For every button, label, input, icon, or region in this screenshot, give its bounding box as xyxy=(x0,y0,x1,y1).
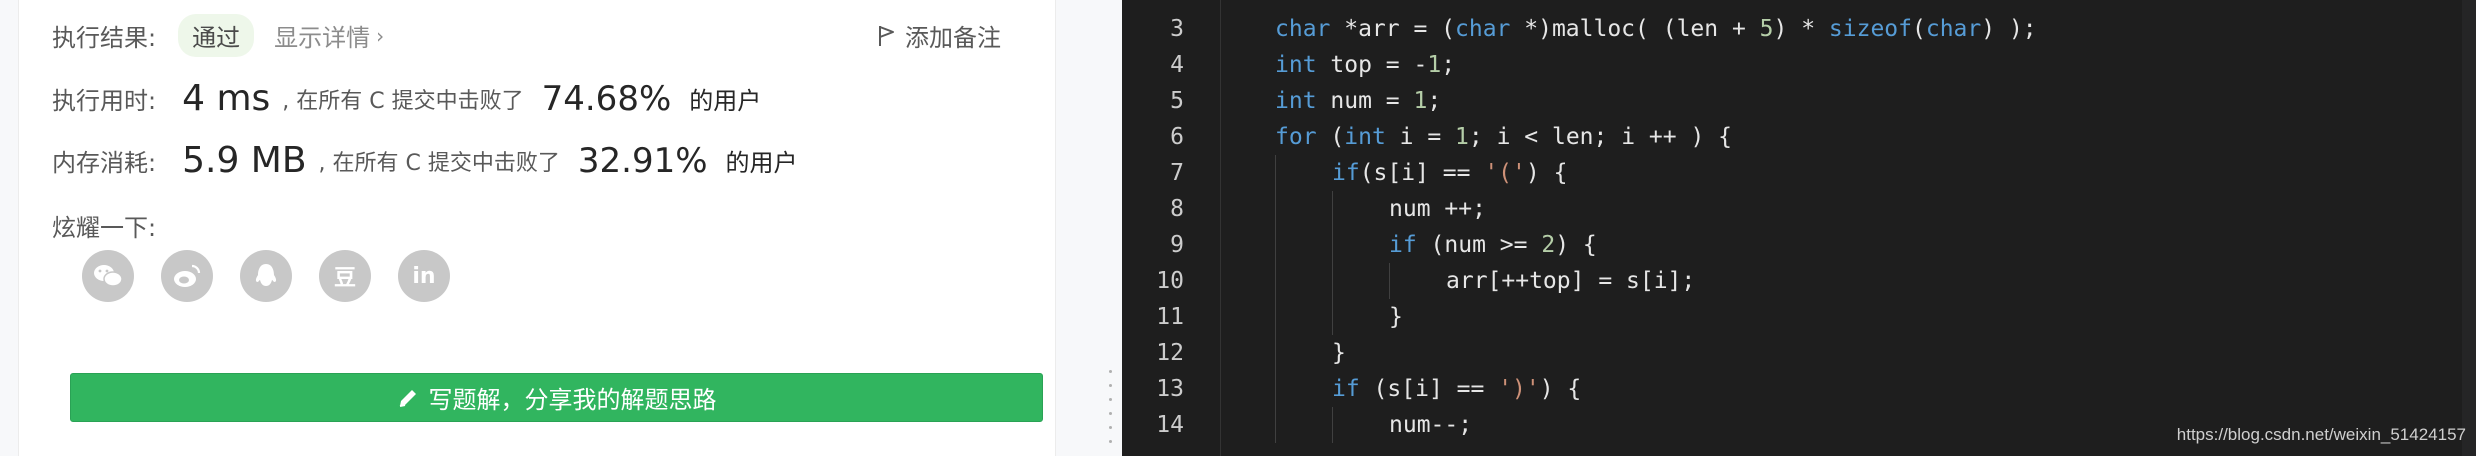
runtime-tail-text: 的用户 xyxy=(689,87,762,115)
runtime-percent: 74.68% xyxy=(541,78,672,119)
indent-guide xyxy=(1275,407,1276,443)
indent-guide xyxy=(1275,191,1276,227)
code-text: if (num >= 2) { xyxy=(1389,232,1597,258)
splitter-grip-dot xyxy=(1109,426,1112,429)
code-text: char *arr = (char *)malloc( (len + 5) * … xyxy=(1275,16,2037,42)
code-text: } xyxy=(1389,304,1403,330)
memory-label: 内存消耗: xyxy=(52,149,157,177)
code-text: int top = -1; xyxy=(1275,52,1456,78)
wechat-icon[interactable] xyxy=(82,250,134,302)
splitter-grip-dot xyxy=(1109,412,1112,415)
status-badge: 通过 xyxy=(178,14,255,57)
indent-guide xyxy=(1275,371,1276,407)
linkedin-icon[interactable]: in xyxy=(398,250,450,302)
memory-middle-text: , 在所有 C 提交中击败了 xyxy=(318,150,560,176)
indent-guide xyxy=(1332,263,1333,299)
code-text: } xyxy=(1332,340,1346,366)
memory-row: 内存消耗: 5.9 MB , 在所有 C 提交中击败了 32.91% 的用户 xyxy=(52,140,798,181)
code-text: int num = 1; xyxy=(1275,88,1442,114)
watermark: https://blog.csdn.net/weixin_51424157 xyxy=(2176,425,2466,444)
line-number: 10 xyxy=(1156,268,1184,294)
indent-guide xyxy=(1332,407,1333,443)
code-text: if(s[i] == '(') { xyxy=(1332,160,1568,186)
runtime-middle-text: , 在所有 C 提交中击败了 xyxy=(282,88,524,114)
result-card: 执行结果: 通过 显示详情 › 添加备注 执行用时: 4 ms , 在所有 C … xyxy=(18,0,1056,456)
status-label: 执行结果: xyxy=(52,24,157,52)
pencil-icon xyxy=(399,389,416,407)
line-number: 5 xyxy=(1170,88,1184,114)
line-number: 9 xyxy=(1170,232,1184,258)
weibo-icon[interactable] xyxy=(161,250,213,302)
indent-guide xyxy=(1332,191,1333,227)
share-icons: 豆 in xyxy=(82,250,477,302)
indent-guide xyxy=(1389,263,1390,299)
splitter-grip-dot xyxy=(1109,384,1112,387)
douban-icon[interactable]: 豆 xyxy=(319,250,371,302)
douban-glyph: 豆 xyxy=(333,266,356,291)
add-note-button[interactable]: 添加备注 xyxy=(877,18,1001,53)
memory-percent: 32.91% xyxy=(577,140,708,181)
gutter-divider xyxy=(1220,0,1221,456)
weibo-glyph xyxy=(174,264,201,287)
splitter-grip-dot xyxy=(1109,370,1112,373)
indent-guide xyxy=(1332,227,1333,263)
linkedin-glyph: in xyxy=(412,263,436,289)
panel-splitter[interactable] xyxy=(1100,0,1122,456)
share-label: 炫耀一下: xyxy=(52,214,157,242)
flag-icon xyxy=(879,25,894,46)
line-number: 11 xyxy=(1156,304,1184,330)
indent-guide xyxy=(1332,299,1333,335)
line-number: 8 xyxy=(1170,196,1184,222)
line-number: 7 xyxy=(1170,160,1184,186)
line-number: 14 xyxy=(1156,412,1184,438)
code-text: arr[++top] = s[i]; xyxy=(1446,268,1696,294)
runtime-value: 4 ms xyxy=(182,78,271,119)
code-text: num ++; xyxy=(1389,196,1486,222)
qq-icon[interactable] xyxy=(240,250,292,302)
memory-value: 5.9 MB xyxy=(182,140,307,181)
splitter-grip-dot xyxy=(1109,440,1112,443)
wechat-glyph xyxy=(94,265,123,287)
qq-glyph xyxy=(255,264,277,286)
runtime-label: 执行用时: xyxy=(52,87,157,115)
code-text: if (s[i] == ')') { xyxy=(1332,376,1582,402)
memory-tail-text: 的用户 xyxy=(725,149,798,177)
line-number: 6 xyxy=(1170,124,1184,150)
indent-guide xyxy=(1275,335,1276,371)
indent-guide xyxy=(1275,155,1276,191)
write-solution-button[interactable]: 写题解，分享我的解题思路 xyxy=(70,373,1043,422)
indent-guide xyxy=(1275,227,1276,263)
line-number: 12 xyxy=(1156,340,1184,366)
editor-scrollbar[interactable] xyxy=(2462,0,2476,456)
line-number: 4 xyxy=(1170,52,1184,78)
chevron-right-icon[interactable]: › xyxy=(376,24,384,48)
submission-result-panel: 执行结果: 通过 显示详情 › 添加备注 执行用时: 4 ms , 在所有 C … xyxy=(0,0,1100,456)
code-text: for (int i = 1; i < len; i ++ ) { xyxy=(1275,124,1733,150)
write-solution-label: 写题解，分享我的解题思路 xyxy=(428,386,717,414)
code-editor[interactable]: 3 char *arr = (char *)malloc( (len + 5) *… xyxy=(1122,0,2476,456)
code-text: num--; xyxy=(1389,412,1473,438)
show-details-link[interactable]: 显示详情 xyxy=(274,18,370,53)
indent-guide xyxy=(1275,263,1276,299)
add-note-label: 添加备注 xyxy=(905,24,1001,52)
line-number: 13 xyxy=(1156,376,1184,402)
splitter-grip-dot xyxy=(1109,398,1112,401)
runtime-row: 执行用时: 4 ms , 在所有 C 提交中击败了 74.68% 的用户 xyxy=(52,78,761,119)
indent-guide xyxy=(1275,299,1276,335)
line-number: 3 xyxy=(1170,16,1184,42)
status-row: 执行结果: 通过 显示详情 › xyxy=(52,14,384,57)
